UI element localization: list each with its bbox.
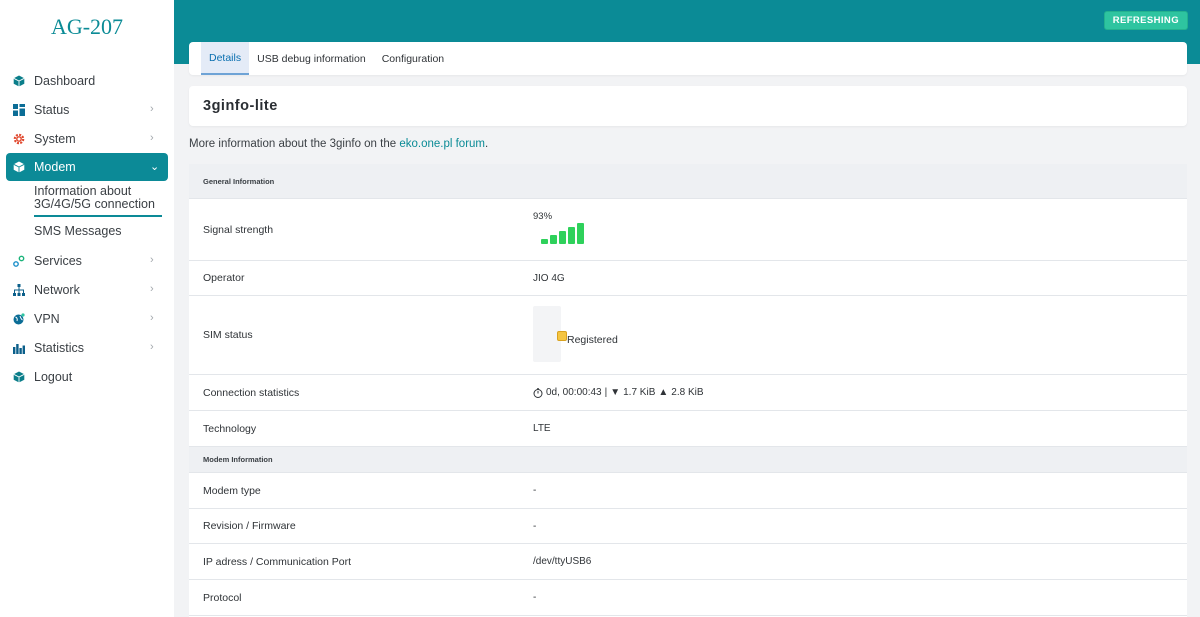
forum-link[interactable]: eko.one.pl forum	[399, 138, 485, 150]
signal-bars-icon	[541, 223, 584, 244]
sidebar-item-label: VPN	[34, 311, 60, 326]
table-row-signal: Signal strength 93%	[189, 199, 1187, 261]
sidebar-item-label: Network	[34, 282, 80, 297]
upload-arrow-icon: ▲	[658, 387, 669, 398]
sidebar-item-system[interactable]: System ›	[0, 124, 174, 153]
table-row-ip-port: IP adress / Communication Port /dev/ttyU…	[189, 544, 1187, 580]
operator-value: JIO 4G	[533, 272, 565, 284]
sidebar-subitem-connection-info[interactable]: Information about 3G/4G/5G connection	[34, 185, 162, 217]
sidebar-item-label: Services	[34, 253, 82, 268]
connection-stats: 0d, 00:00:43 | ▼ 1.7 KiB ▲ 2.8 KiB	[533, 387, 704, 398]
bar-chart-icon	[12, 341, 26, 355]
sidebar-item-vpn[interactable]: VPN ›	[0, 304, 174, 333]
ip-port-value: /dev/ttyUSB6	[533, 556, 592, 567]
separator: |	[604, 387, 608, 398]
download-arrow-icon: ▼	[610, 387, 621, 398]
sidebar-item-dashboard[interactable]: Dashboard	[0, 66, 174, 95]
sim-chip-icon	[557, 331, 567, 341]
table-row-sim: SIM status Registered	[189, 296, 1187, 375]
grid-icon	[12, 103, 26, 117]
signal-bar	[541, 239, 548, 244]
sidebar-nav: Dashboard Status › System › Modem ⌄ Info…	[0, 66, 174, 391]
sidebar-item-statistics[interactable]: Statistics ›	[0, 333, 174, 362]
globe-icon	[12, 312, 26, 326]
network-icon	[12, 283, 26, 297]
chevron-right-icon: ›	[150, 283, 154, 295]
sidebar-item-label: Logout	[34, 369, 73, 384]
services-icon	[12, 254, 26, 268]
row-label: Connection statistics	[203, 386, 300, 399]
technology-value: LTE	[533, 423, 551, 434]
row-label: Signal strength	[203, 223, 274, 236]
table-row-operator: Operator JIO 4G	[189, 261, 1187, 296]
section-title: Modem Information	[203, 455, 273, 464]
table-row-revision: Revision / Firmware -	[189, 509, 1187, 544]
tab-configuration[interactable]: Configuration	[374, 42, 452, 75]
row-label: Revision / Firmware	[203, 520, 296, 532]
table-row-modem-type: Modem type -	[189, 473, 1187, 509]
section-title: General Information	[203, 176, 275, 186]
signal-percent: 93%	[533, 211, 553, 222]
row-label: Protocol	[203, 591, 242, 604]
sidebar-item-network[interactable]: Network ›	[0, 275, 174, 304]
sidebar: AG-207 Dashboard Status › System › Modem…	[0, 0, 174, 617]
section-header-general: General Information	[189, 164, 1187, 199]
protocol-value: -	[533, 592, 537, 603]
tab-bar: Details USB debug information Configurat…	[189, 42, 1187, 75]
download-value: 1.7 KiB	[623, 387, 656, 398]
tab-usb-debug[interactable]: USB debug information	[249, 42, 374, 75]
sidebar-item-label: System	[34, 131, 76, 146]
sidebar-item-logout[interactable]: Logout	[0, 362, 174, 391]
sidebar-item-label: Dashboard	[34, 73, 96, 88]
row-label: Operator	[203, 272, 245, 284]
sim-status-value: Registered	[567, 334, 618, 346]
sidebar-item-label: Status	[34, 102, 70, 117]
row-label: IP adress / Communication Port	[203, 555, 352, 568]
signal-bar	[568, 227, 575, 244]
brand-logo: AG-207	[50, 14, 124, 39]
timer-icon	[533, 387, 543, 398]
signal-bar	[550, 235, 557, 244]
chevron-right-icon: ›	[150, 132, 154, 144]
info-suffix: .	[485, 138, 489, 150]
chevron-down-icon: ⌄	[150, 161, 160, 173]
sidebar-item-services[interactable]: Services ›	[0, 246, 174, 275]
info-table: General Information Signal strength 93% …	[189, 164, 1187, 617]
chevron-right-icon: ›	[150, 341, 154, 353]
chevron-right-icon: ›	[150, 312, 154, 324]
sidebar-item-status[interactable]: Status ›	[0, 95, 174, 124]
row-label: Modem type	[203, 484, 261, 497]
table-row-protocol: Protocol -	[189, 580, 1187, 616]
cube-icon	[12, 74, 26, 88]
chevron-right-icon: ›	[150, 254, 154, 266]
signal-bar	[559, 231, 566, 244]
page-title-card: 3ginfo-lite	[189, 86, 1187, 126]
revision-value: -	[533, 520, 537, 532]
page-title: 3ginfo-lite	[203, 98, 278, 114]
info-prefix: More information about the 3ginfo on the	[189, 138, 400, 150]
modem-submenu: Information about 3G/4G/5G connection SM…	[0, 181, 174, 246]
tab-details[interactable]: Details	[201, 42, 250, 75]
refreshing-badge[interactable]: REFRESHING	[1103, 11, 1188, 30]
modem-type-value: -	[533, 485, 537, 496]
connection-time: 0d, 00:00:43	[546, 387, 602, 398]
info-text: More information about the 3ginfo on the…	[189, 138, 488, 150]
cube-icon	[12, 370, 26, 384]
sidebar-item-modem[interactable]: Modem ⌄	[6, 153, 168, 181]
row-label: SIM status	[203, 329, 253, 341]
table-row-connection: Connection statistics 0d, 00:00:43 | ▼ 1…	[189, 375, 1187, 411]
upload-value: 2.8 KiB	[671, 387, 704, 398]
table-row-technology: Technology LTE	[189, 411, 1187, 447]
gear-icon	[12, 132, 26, 146]
chevron-right-icon: ›	[150, 103, 154, 115]
signal-bar	[577, 223, 584, 244]
section-header-modem: Modem Information	[189, 447, 1187, 473]
sidebar-item-label: Statistics	[34, 340, 85, 355]
sidebar-subitem-sms[interactable]: SMS Messages	[34, 225, 174, 238]
cube-icon	[12, 160, 26, 174]
sidebar-item-label: Modem	[34, 160, 76, 174]
row-label: Technology	[203, 422, 257, 435]
